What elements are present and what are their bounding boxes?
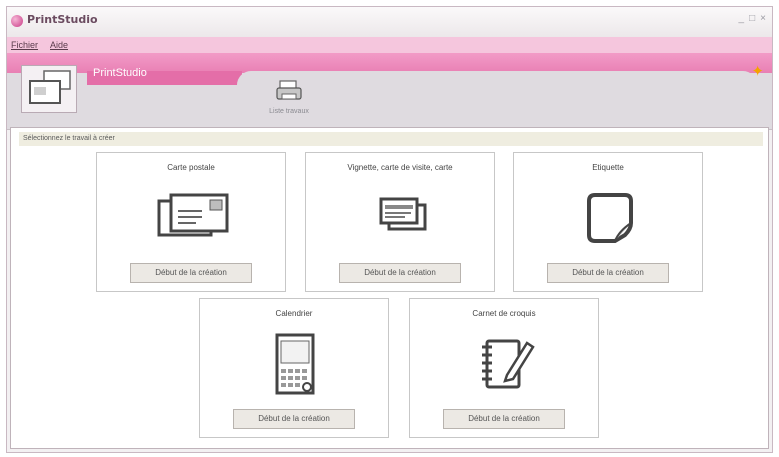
card-title: Calendrier	[275, 309, 313, 318]
title-bar[interactable]: PrintStudio _ □ ×	[7, 7, 772, 38]
postcard-icon	[157, 193, 229, 237]
card-sketchbook[interactable]: Carnet de croquis Début de la création	[409, 298, 599, 438]
sticker-label-icon	[587, 193, 633, 243]
card-label[interactable]: Etiquette Début de la création	[513, 152, 703, 292]
window-controls: _ □ ×	[739, 12, 766, 26]
card-title: Carte postale	[167, 163, 215, 172]
start-creation-button[interactable]: Début de la création	[443, 409, 565, 429]
card-title: Vignette, carte de visite, carte	[347, 163, 453, 172]
tab-job-list[interactable]: Liste travaux	[254, 79, 324, 123]
sketchbook-icon	[482, 339, 535, 389]
card-title: Carnet de croquis	[472, 309, 536, 318]
instruction-bar: Sélectionnez le travail à créer	[19, 132, 763, 146]
card-calendar[interactable]: Calendrier Début de la création	[199, 298, 389, 438]
card-postcard[interactable]: Carte postale Début de la création	[96, 152, 286, 292]
maximize-button[interactable]: □	[749, 12, 755, 26]
menu-help[interactable]: Aide	[50, 40, 68, 50]
start-creation-button[interactable]: Début de la création	[547, 263, 669, 283]
close-button[interactable]: ×	[760, 12, 766, 26]
business-card-icon	[379, 197, 427, 231]
card-business-card[interactable]: Vignette, carte de visite, carte Début d…	[305, 152, 495, 292]
printstudio-logo-icon	[21, 65, 77, 113]
start-creation-button[interactable]: Début de la création	[130, 263, 252, 283]
menu-bar: Fichier Aide	[7, 37, 772, 53]
sparkle-icon[interactable]: ✦	[751, 62, 764, 80]
card-title: Etiquette	[592, 163, 624, 172]
job-selection-panel: Sélectionnez le travail à créer Carte po…	[10, 127, 769, 449]
printer-icon	[276, 80, 302, 100]
calendar-icon	[275, 333, 315, 395]
start-creation-button[interactable]: Début de la création	[233, 409, 355, 429]
tab-label: Liste travaux	[269, 108, 309, 115]
app-logo-icon	[11, 15, 23, 27]
minimize-button[interactable]: _	[739, 12, 745, 26]
window-title: PrintStudio	[27, 13, 98, 26]
start-creation-button[interactable]: Début de la création	[339, 263, 461, 283]
menu-file[interactable]: Fichier	[11, 40, 38, 50]
app-window: PrintStudio _ □ × Fichier Aide PrintStud…	[6, 6, 773, 453]
app-name: PrintStudio	[93, 67, 147, 79]
